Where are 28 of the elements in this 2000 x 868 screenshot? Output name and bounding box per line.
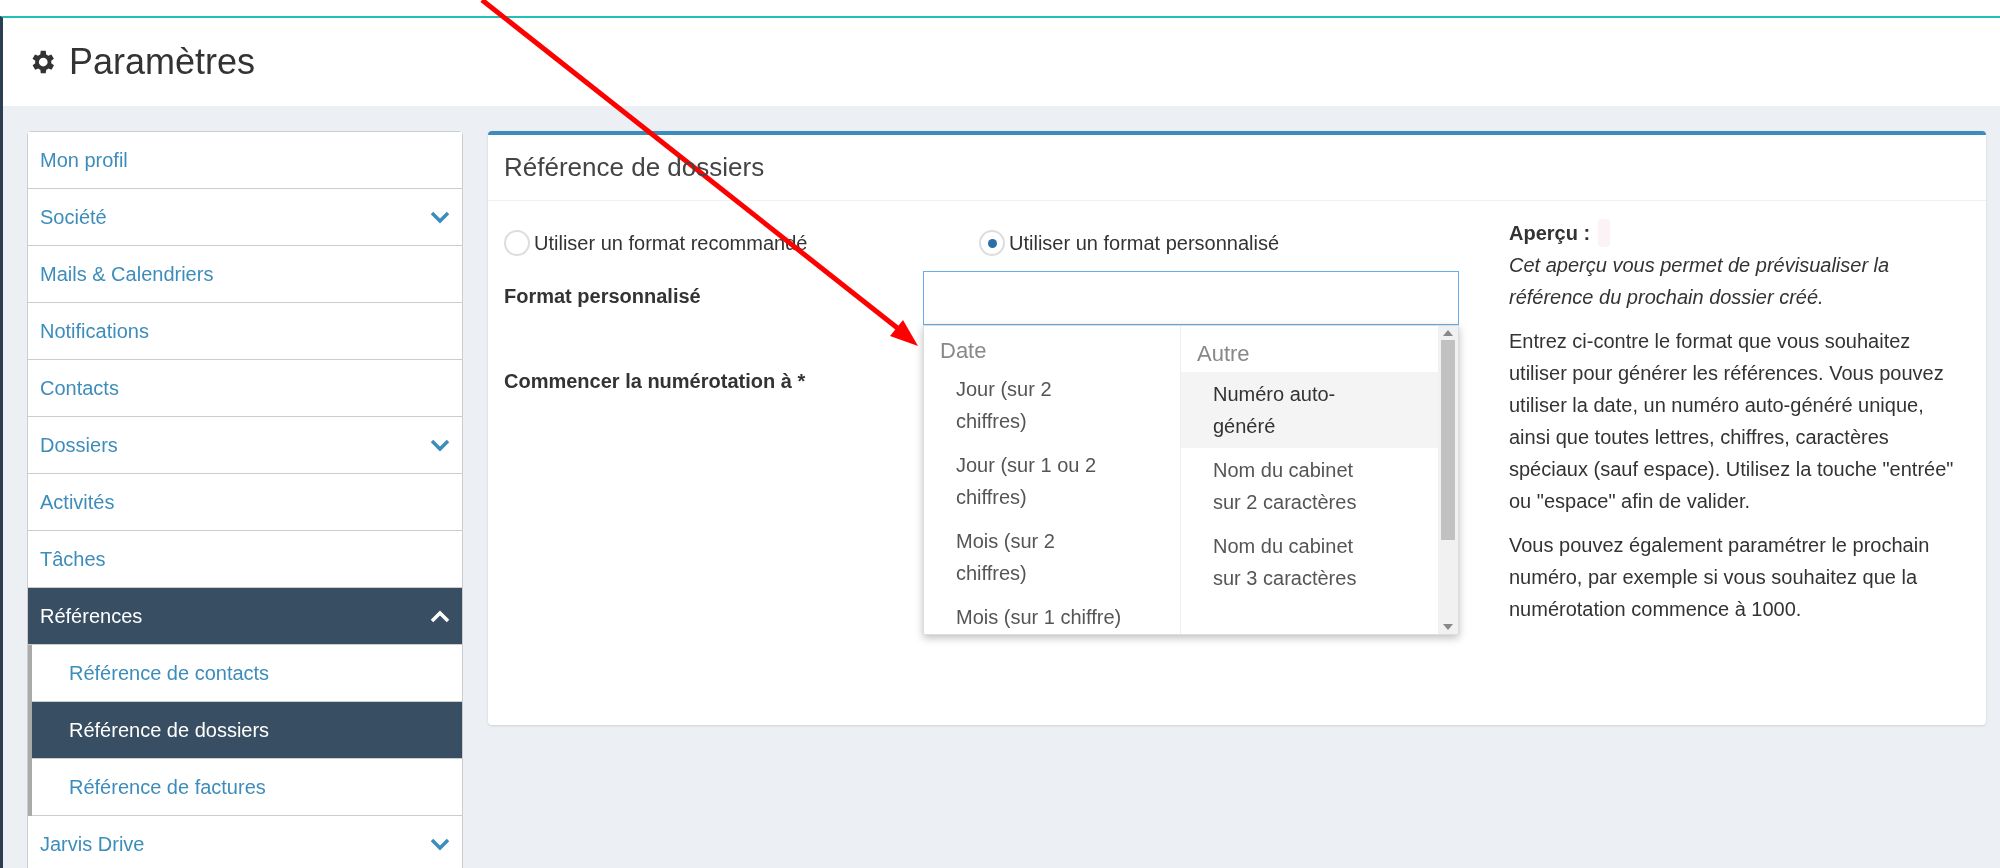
page-title: Paramètres [69,40,256,84]
preview-note: Cet aperçu vous permet de prévisualiser la référence du prochain dossier créé. [1509,253,1891,310]
dropdown-option[interactable]: Nom du cabinet sur 3 caractères [1181,524,1438,600]
chevron-down-icon [430,837,450,851]
preview-label: Aperçu : [1509,221,1591,246]
help-paragraph: Entrez ci-contre le format que vous souhaitez utiliser pour générer les références. Vous pouvez utiliser la date, un numéro auto-généré unique, ainsi que toutes lettres, chiffres, caractères spéciaux (sauf espace). Utilisez la touche "entrée" ou "espace" afin de valider. [1509,329,1954,514]
chevron-down-icon [430,438,450,452]
dropdown-option[interactable]: Jour (sur 1 ou 2 chiffres) [924,443,1125,519]
chevron-down-icon [430,210,450,224]
field-label: Commencer la numérotation à * [504,369,807,394]
sidebar-item[interactable]: Mon profil [28,132,462,189]
dropdown-group-title: Date [939,337,988,365]
scrollbar[interactable] [1438,326,1458,634]
sidebar-subitem[interactable]: Référence de dossiers [32,702,462,759]
dropdown-group-title: Autre [1196,339,1251,368]
radio-button[interactable] [504,230,530,256]
dropdown-option[interactable]: Mois (sur 2 chiffres) [924,519,1125,595]
chevron-up-icon [430,609,450,623]
help-paragraph: Vous pouvez également paramétrer le prochain numéro, par exemple si vous souhaitez que la numérotation commence à 1000. [1509,533,1931,622]
dropdown-option[interactable]: Mois (sur 1 chiffre) [924,595,1125,634]
radio-label: Utiliser un format personnalisé [1009,231,1280,256]
dropdown-option[interactable]: Nom du cabinet sur 2 caractères [1181,448,1438,524]
dropdown-option[interactable]: Numéro auto-généré [1181,372,1438,448]
dropdown-option[interactable]: Jour (sur 2 chiffres) [924,367,1125,443]
radio-button[interactable] [979,230,1005,256]
field-label: Format personnalisé [504,284,702,309]
sidebar-item[interactable]: Références [28,588,462,645]
format-input-field[interactable] [923,271,1459,325]
